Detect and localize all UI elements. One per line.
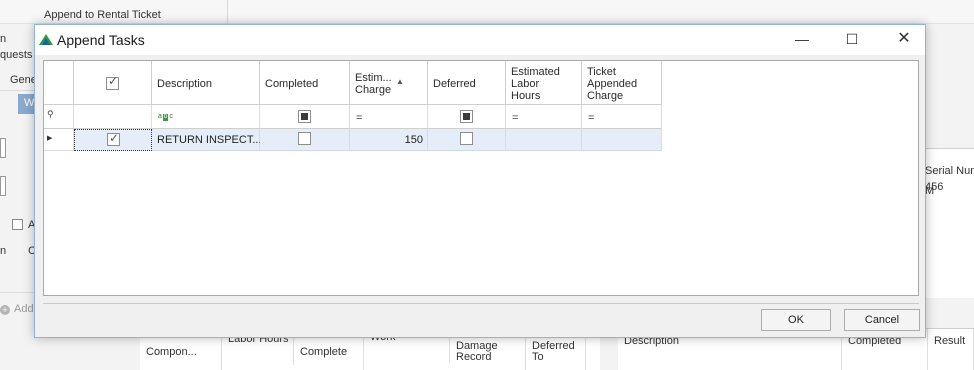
- row-indicator[interactable]: ▶: [44, 129, 74, 151]
- row-completed-cell[interactable]: [260, 129, 350, 151]
- dialog-title: Append Tasks: [57, 32, 145, 48]
- grid-header-completed[interactable]: Completed: [260, 61, 350, 105]
- check-icon: ✓: [108, 74, 119, 88]
- grid-header-indicator: [44, 61, 74, 105]
- row-estimated-labor-hours-cell[interactable]: [506, 129, 582, 151]
- background-field-1[interactable]: [0, 138, 6, 158]
- background-letter-m: M: [925, 185, 935, 197]
- bottom-right-header-result[interactable]: Result: [928, 329, 974, 370]
- close-button[interactable]: ✕: [881, 25, 927, 55]
- grid-header-estimated-labor-hours[interactable]: Estimated Labor Hours: [506, 61, 582, 105]
- sort-ascending-icon: ▲: [396, 77, 404, 86]
- cancel-button[interactable]: Cancel: [844, 309, 920, 331]
- equals-filter-icon: =: [512, 112, 519, 124]
- filter-row-indicator: ⚲: [44, 105, 74, 129]
- check-icon: ✓: [109, 131, 120, 145]
- grid-header-ticket-appended-charge[interactable]: Ticket Appended Charge: [582, 61, 662, 105]
- filter-cell-estimated-labor-hours[interactable]: =: [506, 105, 582, 129]
- row-estimated-charge-cell[interactable]: 150: [350, 129, 428, 151]
- grid-header-select-all[interactable]: ✓: [74, 61, 152, 105]
- ok-button[interactable]: OK: [761, 309, 831, 331]
- row-select-cell[interactable]: ✓: [74, 129, 152, 151]
- filter-cell-deferred[interactable]: [428, 105, 506, 129]
- add-icon: +: [0, 305, 10, 315]
- row-deferred-cell[interactable]: [428, 129, 506, 151]
- filter-pin-icon: ⚲: [47, 109, 54, 119]
- footer-divider: [43, 303, 919, 304]
- row-completed-checkbox[interactable]: [298, 132, 311, 145]
- row-ticket-appended-charge-cell[interactable]: [582, 129, 662, 151]
- grid-header-deferred[interactable]: Deferred: [428, 61, 506, 105]
- serial-number-header: Serial Num: [925, 165, 974, 177]
- completed-filter-checkbox[interactable]: [298, 110, 311, 123]
- grid-header-description[interactable]: Description: [152, 61, 260, 105]
- background-ribbon: Append to Rental Ticket: [0, 0, 974, 24]
- select-all-checkbox[interactable]: ✓: [106, 74, 119, 90]
- equals-filter-icon: =: [356, 112, 363, 124]
- text-filter-icon: abc: [158, 113, 174, 121]
- background-snippet-1: n: [0, 33, 7, 45]
- background-field-2[interactable]: [0, 176, 6, 196]
- row-select-checkbox[interactable]: ✓: [107, 131, 120, 146]
- filter-cell-estimated-charge[interactable]: =: [350, 105, 428, 129]
- background-snippet-2: quests: [0, 49, 33, 61]
- background-label-n: n: [0, 245, 7, 257]
- current-row-arrow-icon: ▶: [47, 135, 53, 142]
- equals-filter-icon: =: [588, 112, 595, 124]
- row-estimated-charge: 150: [404, 134, 423, 146]
- app-logo-icon: [39, 34, 53, 45]
- row-deferred-checkbox[interactable]: [460, 132, 473, 145]
- row-description-cell[interactable]: RETURN INSPECT...: [152, 129, 262, 151]
- grid-header-estimated-charge[interactable]: Estim... Charge ▲: [350, 61, 428, 105]
- background-tab-general[interactable]: Gene: [10, 74, 37, 86]
- dialog-titlebar[interactable]: Append Tasks — ☐ ✕: [35, 25, 925, 55]
- append-tasks-dialog: Append Tasks — ☐ ✕ ✓ Description Complet…: [34, 24, 926, 338]
- minimize-button[interactable]: —: [779, 25, 825, 55]
- background-right-panel: Serial Num 456 M: [920, 148, 974, 298]
- background-divider: [0, 90, 36, 91]
- indeterminate-icon: [463, 113, 470, 120]
- maximize-button[interactable]: ☐: [829, 25, 875, 55]
- filter-cell-completed[interactable]: [260, 105, 350, 129]
- filter-cell-ticket-appended-charge[interactable]: =: [582, 105, 662, 129]
- row-description: RETURN INSPECT...: [157, 134, 262, 146]
- indeterminate-icon: [301, 113, 308, 120]
- append-to-rental-ticket-button[interactable]: Append to Rental Ticket: [44, 9, 161, 21]
- tasks-grid: ✓ Description Completed Estim... Charge …: [43, 60, 919, 296]
- filter-cell-description[interactable]: abc: [152, 105, 260, 129]
- background-checkbox[interactable]: [12, 219, 23, 230]
- deferred-filter-checkbox[interactable]: [460, 110, 473, 123]
- filter-cell-select[interactable]: [74, 105, 152, 129]
- background-add-button[interactable]: + Add: [0, 303, 34, 315]
